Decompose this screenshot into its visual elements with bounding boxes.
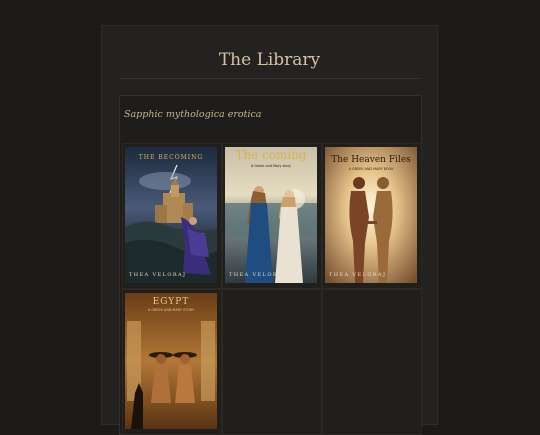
shelf-caption: Sapphic mythologica erotica <box>124 109 262 120</box>
empty-book-cell <box>322 289 422 435</box>
cover-title: EGYPT <box>152 297 190 307</box>
bookshelf: Sapphic mythologica erotica THE BECOMING… <box>119 95 422 435</box>
cover-title: THE BECOMING <box>138 154 204 161</box>
empty-book-cell <box>222 289 322 435</box>
cover-subtitle: A GREEK AND MARY STORY <box>147 308 195 312</box>
title-divider <box>120 78 419 79</box>
page-title: The Library <box>218 50 321 70</box>
cover-title: The Heaven Files <box>331 155 411 165</box>
book-cover-the-becoming[interactable]: THE BECOMING THEA VELORAJ <box>125 147 217 283</box>
cover-author: THEA VELORAJ <box>229 272 287 278</box>
sorceress-castle-cover-art <box>125 147 217 283</box>
cover-author: THEA VELORAJ <box>329 272 387 278</box>
book-cell: The coming A Greek and Mary story THEA V… <box>222 143 322 289</box>
book-cover-egypt[interactable]: EGYPT A GREEK AND MARY STORY <box>125 293 217 429</box>
cover-author: THEA VELORAJ <box>129 272 187 278</box>
book-cover-the-heaven-files[interactable]: The Heaven Files A GREEK AND MARY BOOK T… <box>325 147 417 283</box>
cover-title: The coming <box>235 148 307 162</box>
egyptian-goddesses-cover-art <box>125 293 217 429</box>
cover-subtitle: A GREEK AND MARY BOOK <box>348 167 394 171</box>
library-panel: The Library Sapphic mythologica erotica <box>101 25 438 435</box>
book-cell: The Heaven Files A GREEK AND MARY BOOK T… <box>322 143 422 289</box>
book-cover-the-coming[interactable]: The coming A Greek and Mary story THEA V… <box>225 147 317 283</box>
book-cell: THE BECOMING THEA VELORAJ <box>122 143 222 289</box>
cover-subtitle: A Greek and Mary story <box>250 164 292 168</box>
book-cell: EGYPT A GREEK AND MARY STORY <box>122 289 222 435</box>
